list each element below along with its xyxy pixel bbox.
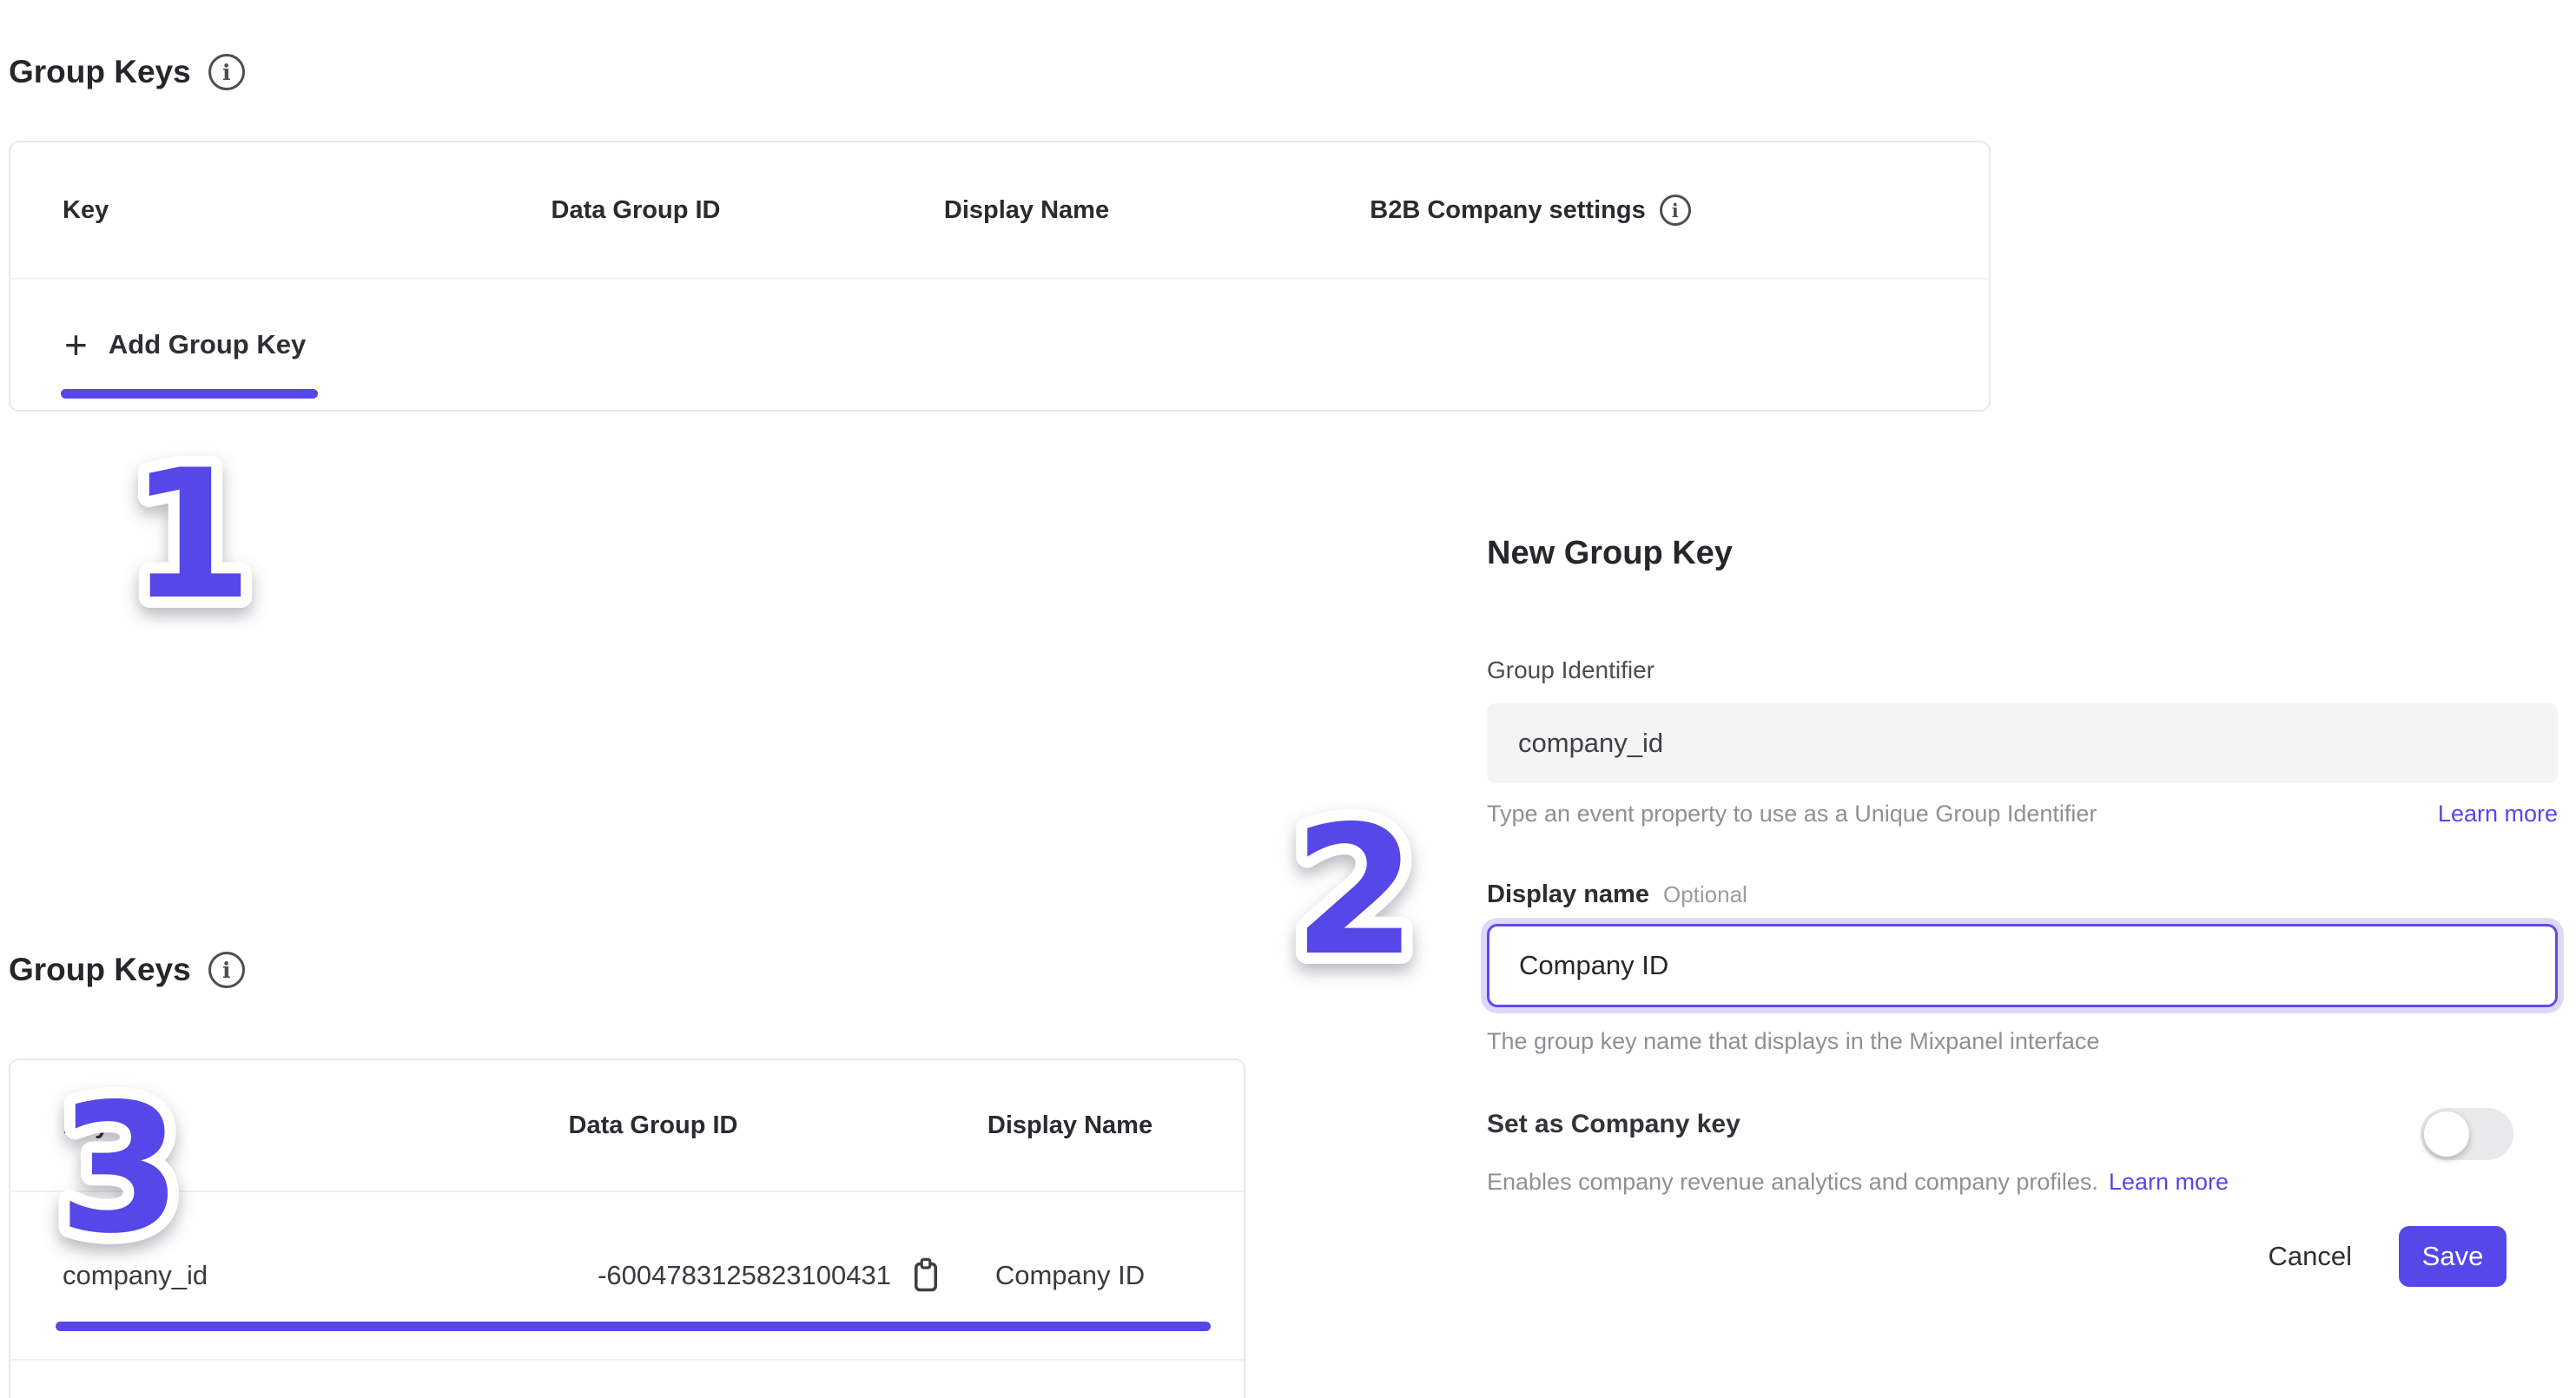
svg-text:1: 1 [129,432,254,636]
info-icon[interactable]: i [208,952,245,988]
cancel-button[interactable]: Cancel [2263,1240,2358,1273]
group-identifier-helper-row: Type an event property to use as a Uniqu… [1487,801,2558,828]
group-identifier-label: Group Identifier [1487,656,1655,684]
toggle-knob [2424,1111,2469,1157]
column-header-display-name: Display Name [809,196,1244,225]
group-keys-settings-page: Group Keys i Key Data Group ID Display N… [0,0,2576,1398]
group-keys-heading-bottom: Group Keys i [9,952,245,988]
info-icon[interactable]: i [1660,195,1691,226]
company-key-toggle[interactable] [2421,1108,2513,1160]
company-key-helper-row: Enables company revenue analytics and co… [1487,1169,2558,1196]
annotation-step-1: 1 [96,427,287,636]
optional-badge: Optional [1663,881,1747,908]
annotation-step-2: 2 [1259,783,1450,992]
group-identifier-helper-text: Type an event property to use as a Uniqu… [1487,801,2097,828]
add-group-key-label: Add Group Key [109,329,306,360]
group-keys-table-empty: Key Data Group ID Display Name B2B Compa… [9,141,1991,412]
display-name-input[interactable] [1487,924,2558,1007]
display-name-label: Display name [1487,880,1649,909]
set-company-key-label: Set as Company key [1487,1110,1740,1139]
column-header-b2b-settings: B2B Company settings i [1244,195,1817,226]
table-divider [10,1359,1244,1361]
company-key-helper-text: Enables company revenue analytics and co… [1487,1169,2098,1196]
page-title: Group Keys [9,952,191,988]
save-button[interactable]: Save [2399,1226,2507,1287]
annotation-underline-add-button [61,389,318,399]
display-name-cell: Company ID [896,1260,1244,1291]
display-name-helper-text: The group key name that displays in the … [1487,1028,2099,1055]
annotation-step-3: 3 [24,1061,215,1269]
data-group-id-value: -6004783125823100431 [598,1260,891,1291]
data-group-id-cell: -6004783125823100431 [410,1256,941,1296]
new-group-key-panel: New Group Key Group Identifier Type an e… [1487,521,2558,1398]
column-header-data-group-id: Data Group ID [410,1111,896,1140]
learn-more-link[interactable]: Learn more [2438,801,2558,828]
column-header-key: Key [63,196,462,225]
group-identifier-input[interactable] [1487,703,2558,783]
column-header-data-group-id: Data Group ID [462,196,809,225]
annotation-underline-row [56,1322,1211,1331]
learn-more-link[interactable]: Learn more [2109,1169,2229,1196]
display-name-label-row: Display name Optional [1487,880,1747,909]
display-name-helper-row: The group key name that displays in the … [1487,1028,2558,1055]
info-icon[interactable]: i [208,54,245,90]
panel-actions: Cancel Save [2263,1226,2507,1287]
plus-icon: + [64,325,88,365]
svg-text:3: 3 [58,1066,182,1269]
page-title: Group Keys [9,54,191,90]
table-header-row: Key Data Group ID Display Name B2B Compa… [10,142,1989,278]
group-keys-heading-top: Group Keys i [9,54,245,90]
svg-text:2: 2 [1293,788,1417,992]
column-header-display-name: Display Name [896,1111,1244,1140]
panel-title: New Group Key [1487,535,1733,572]
